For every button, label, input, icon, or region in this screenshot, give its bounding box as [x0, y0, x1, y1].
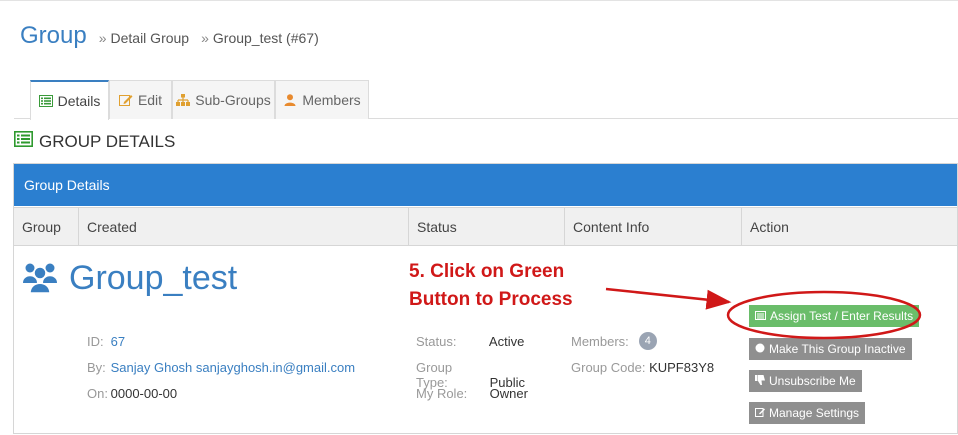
- breadcrumb-label: Detail Group: [110, 30, 190, 46]
- top-border: [0, 0, 958, 4]
- members-label: Members:: [571, 333, 629, 349]
- instruction-annotation: 5. Click on Green Button to Process: [409, 258, 573, 314]
- on-label: On:: [87, 386, 108, 401]
- make-inactive-button[interactable]: Make This Group Inactive: [749, 338, 912, 360]
- users-icon: [23, 259, 57, 298]
- circle-icon: [755, 342, 765, 356]
- group-details-panel: Group Details Group Created Status Conte…: [13, 163, 958, 434]
- members-count-badge: 4: [638, 332, 657, 350]
- tab-label: Details: [57, 93, 101, 109]
- breadcrumb-label: Group_test (#67): [212, 30, 319, 46]
- column-header-action: Action: [750, 219, 789, 235]
- status-value: Active: [488, 334, 525, 349]
- button-label: Make This Group Inactive: [769, 342, 906, 356]
- group-id: 67: [110, 334, 126, 349]
- tab-label: Members: [302, 92, 361, 108]
- button-label: Manage Settings: [769, 406, 860, 420]
- annotation-line-2: Button to Process: [409, 289, 573, 310]
- tab-members[interactable]: Members: [275, 80, 369, 119]
- status-label: Status:: [416, 334, 457, 349]
- breadcrumb-separator: »: [98, 30, 107, 46]
- list-icon: [14, 131, 33, 152]
- list-icon: [755, 309, 766, 323]
- group-id-row: ID: 67: [87, 334, 125, 349]
- section-title: GROUP DETAILS: [14, 131, 175, 152]
- annotation-line-1: 5. Click on Green: [409, 261, 565, 282]
- members-row: Members: 4: [571, 332, 657, 350]
- role-value: Owner: [489, 386, 528, 401]
- status-row: Status: Active: [416, 334, 524, 349]
- by-label: By:: [87, 360, 106, 375]
- page-title[interactable]: Group: [20, 22, 87, 50]
- manage-settings-button[interactable]: Manage Settings: [749, 402, 866, 424]
- section-title-text: GROUP DETAILS: [39, 131, 176, 151]
- column-header-group: Group: [14, 208, 79, 246]
- tab-label: Sub-Groups: [195, 92, 271, 108]
- tab-edit[interactable]: Edit: [109, 80, 172, 119]
- group-code-label: Group Code:: [571, 360, 646, 375]
- edit-icon: [755, 406, 765, 420]
- breadcrumb-item-detail-group[interactable]: » Detail Group: [99, 30, 189, 46]
- button-label: Assign Test / Enter Results: [770, 309, 914, 323]
- assign-test-button[interactable]: Assign Test / Enter Results: [749, 305, 920, 327]
- owner-link[interactable]: Sanjay Ghosh sanjayghosh.in@gmail.com: [111, 360, 355, 375]
- column-header-content-info: Content Info: [565, 208, 742, 246]
- tab-sub-groups[interactable]: Sub-Groups: [172, 80, 275, 119]
- edit-icon: [118, 94, 133, 106]
- tab-bar: Details Edit Sub-Groups Members: [14, 80, 958, 120]
- thumbs-down-icon: [755, 374, 765, 388]
- column-header-created: Created: [79, 208, 409, 246]
- list-icon: [38, 95, 53, 107]
- role-label: My Role:: [416, 386, 468, 401]
- column-header-status: Status: [409, 208, 565, 246]
- button-label: Unsubscribe Me: [769, 374, 856, 388]
- tab-details[interactable]: Details: [30, 80, 109, 120]
- tab-label: Edit: [137, 92, 163, 108]
- role-row: My Role: Owner: [416, 386, 528, 401]
- breadcrumb: Group » Detail Group » Group_test (#67): [20, 22, 319, 50]
- unsubscribe-button[interactable]: Unsubscribe Me: [749, 370, 862, 392]
- table-header: Group Created Status Content Info Action: [14, 207, 957, 246]
- user-icon: [283, 94, 297, 106]
- group-owner-row: By: Sanjay Ghosh sanjayghosh.in@gmail.co…: [87, 360, 355, 375]
- group-code-row: Group Code: KUPF83Y8: [571, 360, 714, 375]
- group-name[interactable]: Group_test: [69, 259, 237, 298]
- breadcrumb-separator: »: [201, 30, 209, 46]
- breadcrumb-item-group[interactable]: » Group_test (#67): [201, 30, 319, 46]
- group-code-value: KUPF83Y8: [649, 360, 715, 375]
- created-date: 0000-00-00: [110, 386, 178, 401]
- group-date-row: On: 0000-00-00: [87, 386, 177, 401]
- id-label: ID:: [87, 334, 104, 349]
- sitemap-icon: [176, 94, 191, 106]
- group-title: Group_test: [23, 259, 237, 298]
- panel-heading: Group Details: [14, 164, 957, 206]
